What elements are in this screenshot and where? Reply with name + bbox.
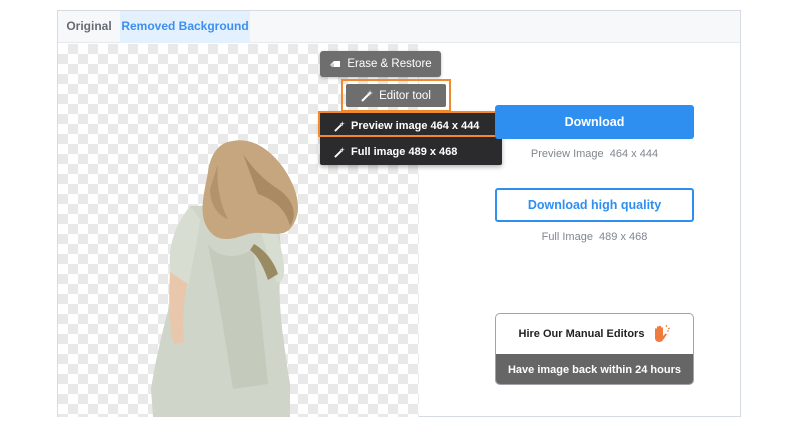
editor-tool-button[interactable]: Editor tool [346, 84, 446, 107]
magic-wand-icon [361, 89, 374, 102]
tab-bar: Original Removed Background [58, 11, 740, 43]
preview-image-info: Preview Image 464 x 444 [530, 148, 659, 160]
hire-card-footer: Have image back within 24 hours [496, 354, 693, 384]
editor-tool-label: Editor tool [379, 89, 431, 102]
result-panel: Original Removed Background Erase & Rest… [57, 10, 741, 417]
hire-editors-card[interactable]: Hire Our Manual Editors Have image back … [495, 313, 694, 385]
hire-card-header: Hire Our Manual Editors [496, 314, 693, 354]
tab-original[interactable]: Original [58, 11, 120, 43]
erase-restore-label: Erase & Restore [347, 58, 432, 70]
download-high-quality-button[interactable]: Download high quality [495, 188, 694, 222]
hire-title: Hire Our Manual Editors [518, 328, 645, 340]
waving-hand-icon [650, 324, 671, 344]
tab-removed-background[interactable]: Removed Background [120, 11, 250, 43]
download-button[interactable]: Download [495, 105, 694, 139]
menu-item-full-label: Full image 489 x 468 [351, 146, 458, 158]
eraser-icon [329, 59, 341, 69]
menu-item-full-image[interactable]: Full image 489 x 468 [320, 140, 502, 164]
editor-tool-highlight: Editor tool [341, 79, 451, 112]
full-image-info: Full Image 489 x 468 [541, 231, 648, 243]
erase-restore-button[interactable]: Erase & Restore [320, 51, 441, 77]
preview-item-highlight [318, 111, 503, 137]
magic-wand-icon [334, 146, 345, 158]
